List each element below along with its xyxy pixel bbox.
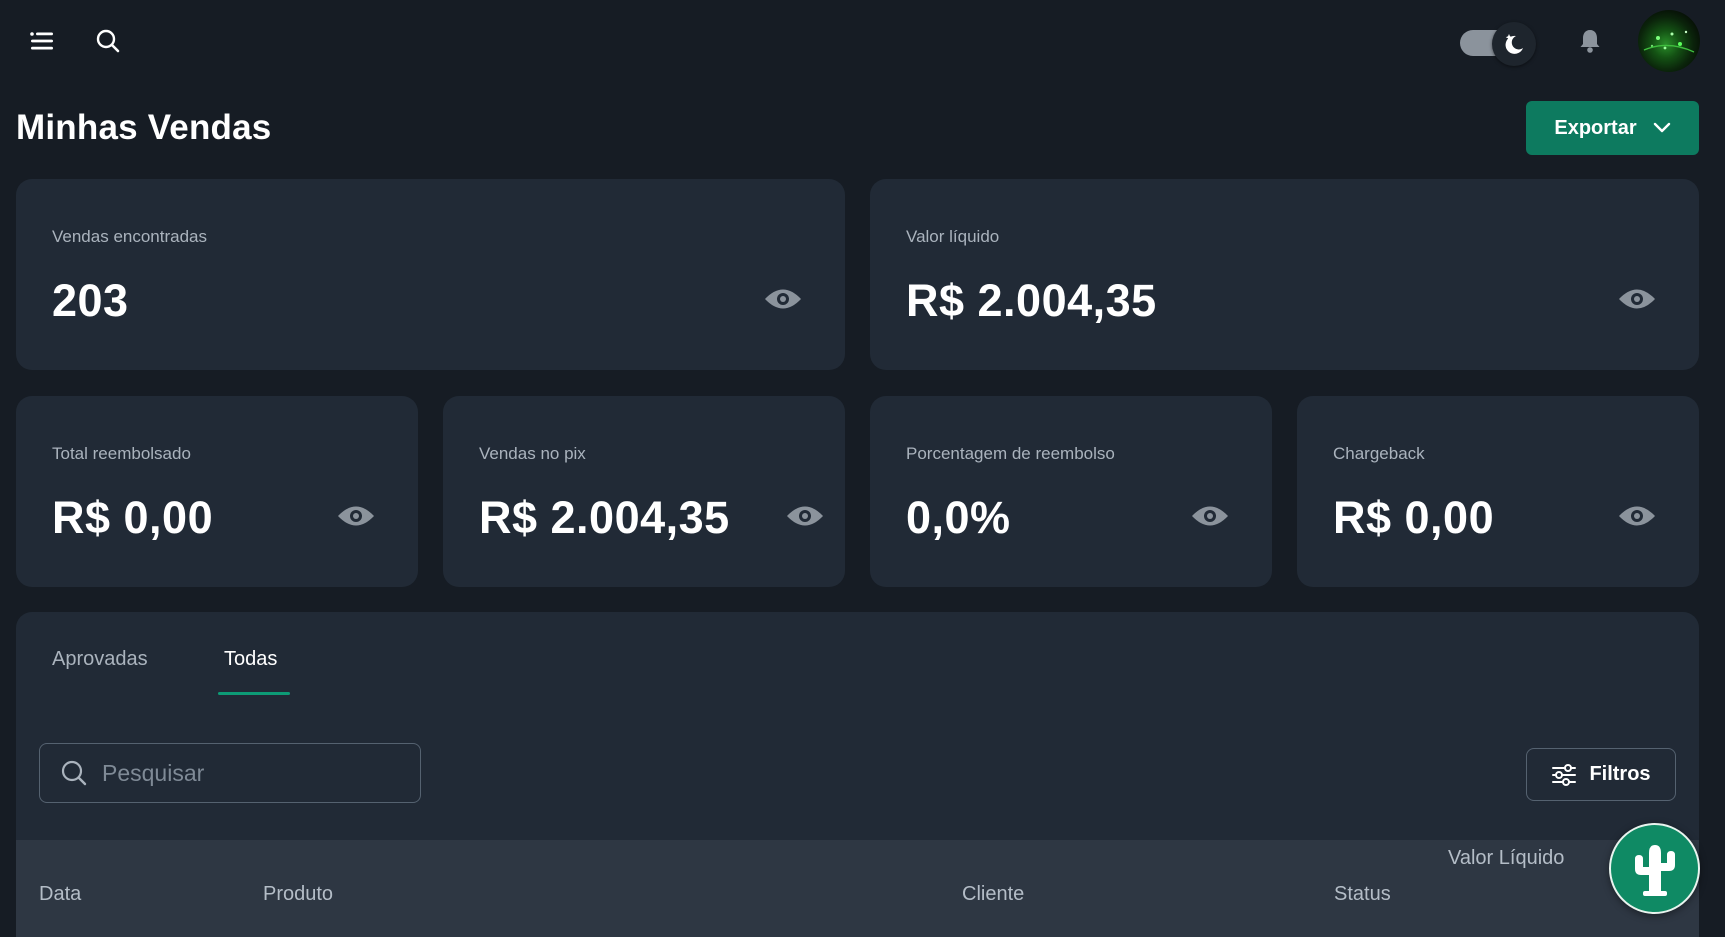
filters-button[interactable]: Filtros xyxy=(1526,748,1676,801)
hamburger-menu-icon[interactable] xyxy=(20,19,64,63)
tab-aprovadas[interactable]: Aprovadas xyxy=(52,648,148,671)
column-header-cliente[interactable]: Cliente xyxy=(962,876,1024,912)
stat-card-valor-liquido: Valor líquido R$ 2.004,35 xyxy=(870,179,1699,370)
moon-icon xyxy=(1492,22,1536,66)
eye-icon[interactable] xyxy=(761,277,805,321)
stat-label: Porcentagem de reembolso xyxy=(906,444,1115,463)
search-icon xyxy=(61,760,87,786)
search-icon[interactable] xyxy=(86,19,130,63)
filters-button-label: Filtros xyxy=(1589,763,1651,785)
column-header-data[interactable]: Data xyxy=(39,876,81,912)
active-tab-indicator xyxy=(218,692,290,695)
chevron-down-icon xyxy=(1653,122,1670,133)
column-header-produto[interactable]: Produto xyxy=(263,876,333,912)
stat-card-total-reembolsado: Total reembolsado R$ 0,00 xyxy=(16,396,418,587)
stat-label: Chargeback xyxy=(1333,444,1425,463)
eye-icon[interactable] xyxy=(1615,277,1659,321)
stat-card-vendas-no-pix: Vendas no pix R$ 2.004,35 xyxy=(443,396,845,587)
column-header-status[interactable]: Status xyxy=(1334,876,1391,912)
page-title: Minhas Vendas xyxy=(16,108,272,147)
stat-value: R$ 2.004,35 xyxy=(906,275,1157,326)
sliders-icon xyxy=(1552,763,1577,786)
top-bar xyxy=(0,0,1725,82)
theme-toggle[interactable] xyxy=(1460,22,1538,66)
column-header-valor-liquido[interactable]: Valor Líquido xyxy=(1448,840,1568,876)
stat-card-chargeback: Chargeback R$ 0,00 xyxy=(1297,396,1699,587)
sales-panel: Aprovadas Todas Filtros Data Produto xyxy=(16,612,1699,937)
stat-value: R$ 0,00 xyxy=(1333,492,1495,543)
table-header: Data Produto Cliente Status Valor Líquid… xyxy=(16,840,1699,937)
page: Minhas Vendas Exportar Vendas encontrada… xyxy=(0,0,1725,937)
eye-icon[interactable] xyxy=(334,494,378,538)
stat-card-porcentagem-reembolso: Porcentagem de reembolso 0,0% xyxy=(870,396,1272,587)
eye-icon[interactable] xyxy=(1188,494,1232,538)
search-field[interactable] xyxy=(39,743,421,803)
stat-card-vendas-encontradas: Vendas encontradas 203 xyxy=(16,179,845,370)
stat-value: R$ 2.004,35 xyxy=(479,492,730,543)
eye-icon[interactable] xyxy=(783,494,827,538)
cactus-icon[interactable] xyxy=(1609,823,1700,914)
stat-value: 0,0% xyxy=(906,492,1011,543)
tab-todas[interactable]: Todas xyxy=(224,648,277,671)
stat-label: Vendas no pix xyxy=(479,444,586,463)
stat-value: 203 xyxy=(52,275,129,326)
stat-label: Valor líquido xyxy=(906,227,1000,246)
bell-icon[interactable] xyxy=(1568,19,1612,63)
stat-value: R$ 0,00 xyxy=(52,492,214,543)
avatar[interactable] xyxy=(1638,10,1700,72)
stat-label: Vendas encontradas xyxy=(52,227,208,246)
export-button-label: Exportar xyxy=(1554,116,1637,139)
stat-label: Total reembolsado xyxy=(52,444,191,463)
search-input[interactable] xyxy=(102,759,392,787)
export-button[interactable]: Exportar xyxy=(1526,101,1699,155)
eye-icon[interactable] xyxy=(1615,494,1659,538)
